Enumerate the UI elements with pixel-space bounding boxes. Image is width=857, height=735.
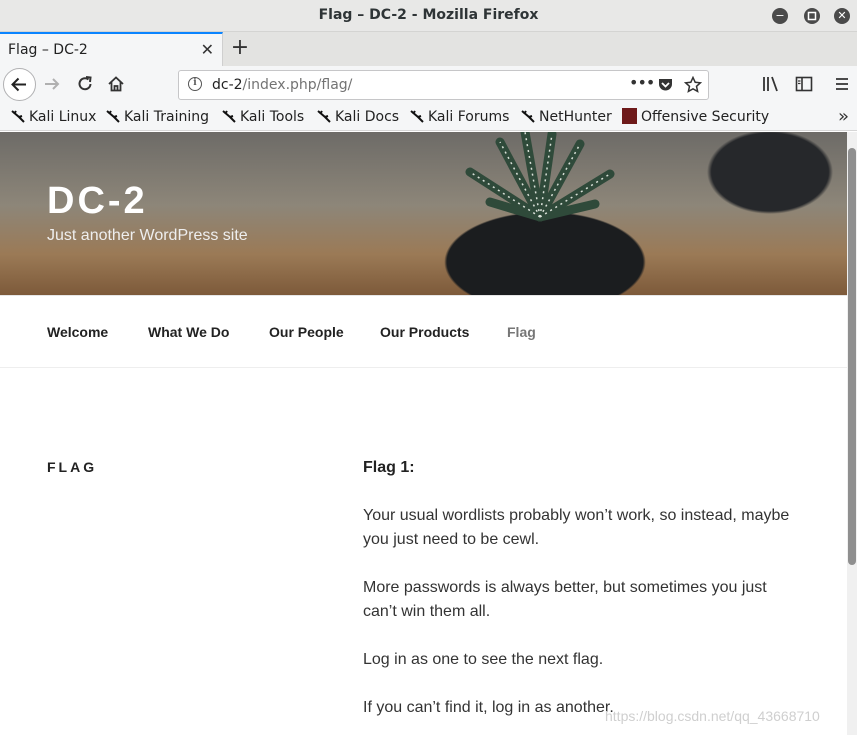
bookmark-nethunter[interactable]: NetHunter — [520, 108, 612, 125]
kali-dragon-icon — [521, 110, 535, 123]
tab-flag[interactable]: Flag – DC-2 ✕ — [0, 32, 223, 66]
scrollbar-thumb[interactable] — [848, 148, 856, 565]
menu-hamburger-icon[interactable] — [832, 74, 852, 94]
tab-label: Flag – DC-2 — [8, 42, 88, 58]
sidebar-icon[interactable] — [794, 74, 814, 94]
kali-dragon-icon — [317, 110, 331, 123]
browser-window: Flag – DC-2 - Mozilla Firefox − ✕ Flag –… — [0, 0, 857, 735]
bookmark-offensive-security[interactable]: Offensive Security — [622, 108, 769, 125]
page-actions-icon[interactable]: ••• — [629, 73, 655, 92]
forward-arrow-icon[interactable] — [42, 74, 62, 94]
back-arrow-icon — [11, 77, 26, 92]
menu-item-welcome[interactable]: Welcome — [47, 324, 108, 340]
library-icon[interactable] — [761, 74, 781, 94]
url-host: dc-2 — [212, 77, 243, 93]
bookmark-label: Kali Docs — [335, 109, 400, 125]
bookmark-kali-tools[interactable]: Kali Tools — [221, 108, 304, 125]
main-menu: Welcome What We Do Our People Our Produc… — [0, 295, 847, 368]
new-tab-icon[interactable]: + — [230, 35, 250, 60]
maximize-icon[interactable] — [804, 8, 820, 24]
bookmark-kali-forums[interactable]: Kali Forums — [409, 108, 509, 125]
page-title: FLAG — [47, 459, 98, 475]
url-bar[interactable]: i dc-2/index.php/flag/ ••• — [178, 70, 709, 100]
bookmark-kali-docs[interactable]: Kali Docs — [316, 108, 399, 125]
menu-item-our-products[interactable]: Our Products — [380, 324, 469, 340]
page-viewport: DC-2 Just another WordPress site Welcome… — [0, 132, 847, 735]
bookmark-label: Offensive Security — [641, 109, 770, 125]
tab-strip: Flag – DC-2 ✕ + — [0, 32, 857, 66]
paragraph: Log in as one to see the next flag. — [363, 651, 604, 668]
url-text[interactable]: dc-2/index.php/flag/ — [212, 77, 352, 93]
kali-dragon-icon — [11, 110, 25, 123]
kali-dragon-icon — [106, 110, 120, 123]
bookmark-label: Kali Linux — [29, 109, 97, 125]
title-bar: Flag – DC-2 - Mozilla Firefox − ✕ — [0, 0, 857, 32]
menu-item-flag[interactable]: Flag — [507, 324, 536, 340]
minimize-icon[interactable]: − — [772, 8, 788, 24]
navigation-toolbar: i dc-2/index.php/flag/ ••• — [0, 66, 857, 104]
kali-dragon-icon — [410, 110, 424, 123]
site-info-icon[interactable]: i — [188, 77, 202, 91]
close-tab-icon[interactable]: ✕ — [201, 40, 214, 59]
window-title: Flag – DC-2 - Mozilla Firefox — [318, 7, 539, 23]
bookmark-kali-training[interactable]: Kali Training — [105, 108, 209, 125]
bookmarks-toolbar: Kali Linux Kali Training Kali Tools Kali… — [0, 104, 857, 131]
pocket-icon[interactable] — [657, 77, 674, 93]
reload-icon[interactable] — [75, 74, 95, 94]
paragraph: Your usual wordlists probably won’t work… — [363, 507, 790, 548]
offsec-logo-icon — [622, 108, 637, 124]
bookmark-label: Kali Forums — [428, 109, 510, 125]
bookmark-label: NetHunter — [539, 109, 612, 125]
kali-dragon-icon — [222, 110, 236, 123]
menu-item-what-we-do[interactable]: What We Do — [148, 324, 229, 340]
more-bookmarks-chevron-icon[interactable]: » — [838, 106, 849, 127]
url-path: /index.php/flag/ — [242, 77, 353, 93]
home-icon[interactable] — [106, 74, 126, 94]
bookmark-label: Kali Training — [124, 109, 209, 125]
menu-item-our-people[interactable]: Our People — [269, 324, 344, 340]
back-button[interactable] — [3, 68, 36, 101]
bookmark-label: Kali Tools — [240, 109, 305, 125]
paragraph: More passwords is always better, but som… — [363, 579, 767, 620]
site-title[interactable]: DC-2 — [47, 180, 148, 223]
bookmark-star-icon[interactable] — [684, 76, 702, 94]
flag-title: Flag 1: — [363, 459, 415, 476]
site-description: Just another WordPress site — [47, 227, 248, 244]
entry-content: Flag 1: Your usual wordlists probably wo… — [363, 456, 803, 735]
header-image: DC-2 Just another WordPress site — [0, 132, 847, 295]
close-window-icon[interactable]: ✕ — [834, 8, 850, 24]
watermark: https://blog.csdn.net/qq_43668710 — [605, 708, 820, 724]
succulent-plant-image — [465, 132, 615, 222]
bookmark-kali-linux[interactable]: Kali Linux — [10, 108, 96, 125]
